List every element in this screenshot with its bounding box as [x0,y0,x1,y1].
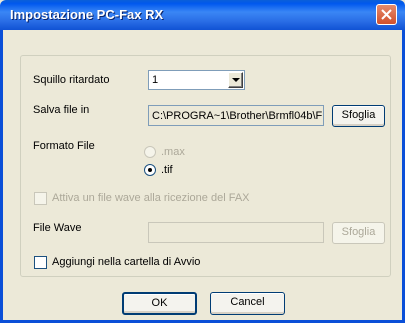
ok-button[interactable]: OK [122,292,197,315]
file-format-label: Formato File [33,140,95,152]
dropdown-button[interactable] [228,72,243,88]
activate-wave-label: Attiva un file wave alla ricezione del F… [52,192,250,204]
save-path-field[interactable]: C:\PROGRA~1\Brother\Brmfl04b\F [148,105,324,126]
save-path-value: C:\PROGRA~1\Brother\Brmfl04b\F [152,110,323,122]
close-button[interactable] [376,4,397,25]
format-max-radio[interactable] [144,146,156,158]
startup-label: Aggiungi nella cartella di Avvio [52,256,201,268]
radio-selected-dot [148,168,152,172]
browse-save-button[interactable]: Sfoglia [332,105,385,127]
chevron-down-icon [232,78,240,82]
startup-checkbox[interactable] [34,256,47,269]
delayed-ring-value: 1 [152,74,159,86]
format-max-label: .max [161,146,185,158]
format-tif-label: .tif [161,164,173,176]
format-tif-radio[interactable] [144,164,156,176]
window-title: Impostazione PC-Fax RX [10,7,164,22]
window-frame-left [0,30,3,323]
activate-wave-checkbox[interactable] [34,192,47,205]
close-icon [381,9,392,20]
cancel-button[interactable]: Cancel [210,292,285,315]
wave-file-field[interactable] [148,222,324,243]
save-file-label: Salva file in [33,104,90,116]
title-bar: Impostazione PC-Fax RX [0,0,405,30]
delayed-ring-label: Squillo ritardato [33,74,110,86]
delayed-ring-select[interactable]: 1 [148,70,245,90]
wave-file-label: File Wave [33,222,82,234]
browse-wave-button[interactable]: Sfoglia [332,222,385,244]
